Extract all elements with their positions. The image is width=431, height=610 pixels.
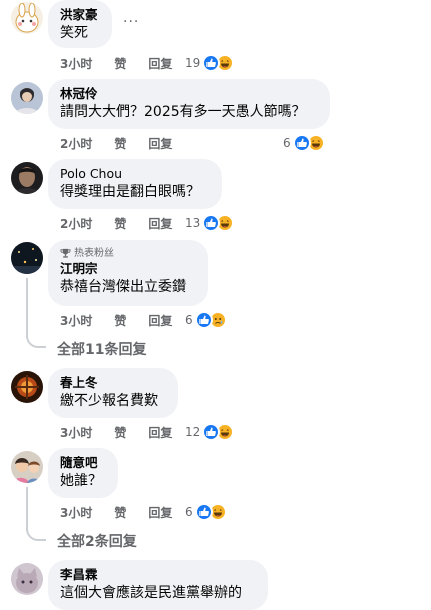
- avatar[interactable]: [11, 451, 43, 483]
- comment-text: 請問大大們？2025有多一天愚人節嗎？: [60, 104, 306, 120]
- avatar[interactable]: [11, 162, 43, 194]
- reaction-summary[interactable]: 6: [283, 134, 325, 152]
- like-button[interactable]: 赞: [114, 215, 126, 232]
- comment-author[interactable]: 洪家豪: [60, 7, 100, 23]
- avatar[interactable]: [11, 371, 43, 403]
- comment-text: 繳不少報名費歎: [60, 393, 158, 409]
- comment-text: 笑死: [60, 25, 88, 41]
- comment-actions: 3小时 赞 回复: [60, 423, 194, 441]
- comment-author[interactable]: 李昌霖: [60, 567, 256, 583]
- view-replies-link[interactable]: 全部2条回复: [57, 531, 137, 551]
- thread-connector: [26, 334, 46, 348]
- reaction-summary[interactable]: 13: [185, 214, 235, 232]
- comment-time[interactable]: 2小时: [60, 135, 92, 152]
- reaction-count: 13: [185, 216, 201, 230]
- reaction-count: 12: [185, 425, 201, 439]
- like-button[interactable]: 赞: [114, 55, 126, 72]
- like-button[interactable]: 赞: [114, 135, 126, 152]
- reply-button[interactable]: 回复: [148, 424, 172, 441]
- comment-time[interactable]: 3小时: [60, 312, 92, 329]
- reaction-summary[interactable]: 12: [185, 423, 235, 441]
- comment-actions: 2小时 赞 回复: [60, 134, 194, 152]
- comment-author[interactable]: Polo Chou: [60, 166, 210, 182]
- reply-button[interactable]: 回复: [148, 55, 172, 72]
- comment-bubble: 洪家豪 笑死: [48, 0, 112, 48]
- comment-time[interactable]: 3小时: [60, 424, 92, 441]
- like-button[interactable]: 赞: [114, 424, 126, 441]
- like-icon: [202, 54, 221, 72]
- comment-author[interactable]: 林冠伶: [60, 86, 318, 102]
- reaction-count: 6: [283, 136, 291, 150]
- comment-bubble: 李昌霖 這個大會應該是民進黨舉辦的: [48, 560, 268, 610]
- reply-button[interactable]: 回复: [148, 135, 172, 152]
- reaction-summary[interactable]: 6: [185, 503, 227, 521]
- reaction-count: 6: [185, 313, 193, 327]
- comment-time[interactable]: 3小时: [60, 504, 92, 521]
- like-icon: [194, 503, 213, 521]
- like-icon: [292, 134, 311, 152]
- comment-text: 得獎理由是翻白眼嗎？: [60, 184, 200, 200]
- thread-line: [26, 487, 28, 531]
- comment-author[interactable]: 隨意吧: [60, 455, 106, 471]
- comment-actions: 3小时 赞 回复: [60, 311, 194, 329]
- comment-time[interactable]: 2小时: [60, 215, 92, 232]
- thread-line: [26, 278, 28, 338]
- reaction-summary[interactable]: 6: [185, 311, 227, 329]
- trophy-icon: [60, 248, 71, 258]
- comment-author[interactable]: 春上冬: [60, 375, 166, 391]
- like-icon: [202, 423, 221, 441]
- comment-author[interactable]: 江明宗: [60, 261, 196, 277]
- like-icon: [194, 311, 213, 329]
- comment-text: 恭禧台灣傑出立委鑽: [60, 279, 186, 295]
- reaction-count: 6: [185, 505, 193, 519]
- avatar[interactable]: [11, 82, 43, 114]
- avatar[interactable]: [11, 563, 43, 595]
- reply-button[interactable]: 回复: [148, 215, 172, 232]
- avatar[interactable]: [11, 2, 43, 34]
- thread-connector: [26, 527, 46, 541]
- comment-bubble: 热表粉丝 江明宗 恭禧台灣傑出立委鑽: [48, 240, 208, 306]
- reaction-summary[interactable]: 19: [185, 54, 235, 72]
- comment-text: 她誰？: [60, 473, 102, 489]
- like-button[interactable]: 赞: [114, 312, 126, 329]
- like-button[interactable]: 赞: [114, 504, 126, 521]
- more-options-icon[interactable]: ···: [123, 14, 139, 30]
- comment-actions: 3小时 赞 回复: [60, 503, 194, 521]
- comment-text: 這個大會應該是民進黨舉辦的: [60, 585, 242, 601]
- top-fan-badge: 热表粉丝: [60, 247, 196, 260]
- view-replies-link[interactable]: 全部11条回复: [57, 339, 146, 359]
- reply-button[interactable]: 回复: [148, 504, 172, 521]
- comment-bubble: Polo Chou 得獎理由是翻白眼嗎？: [48, 159, 222, 209]
- comment-bubble: 隨意吧 她誰？: [48, 448, 118, 498]
- badge-label: 热表粉丝: [74, 248, 114, 259]
- comment-actions: 2小时 赞 回复: [60, 214, 194, 232]
- comment-bubble: 春上冬 繳不少報名費歎: [48, 368, 178, 418]
- like-icon: [202, 214, 221, 232]
- comment-actions: 3小时 赞 回复: [60, 54, 194, 72]
- comment-bubble: 林冠伶 請問大大們？2025有多一天愚人節嗎？: [48, 79, 330, 129]
- reply-button[interactable]: 回复: [148, 312, 172, 329]
- comment-time[interactable]: 3小时: [60, 55, 92, 72]
- avatar[interactable]: [11, 242, 43, 274]
- reaction-count: 19: [185, 56, 201, 70]
